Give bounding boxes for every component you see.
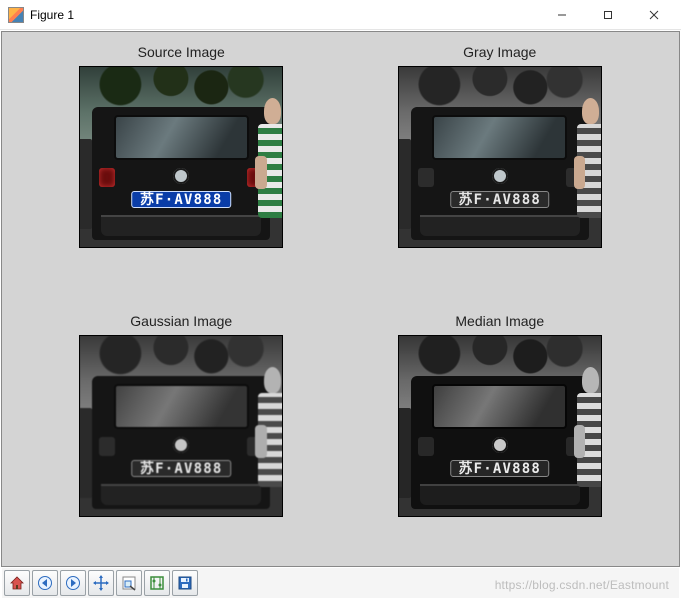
minimize-button[interactable] xyxy=(539,0,585,30)
watermark-text: https://blog.csdn.net/Eastmount xyxy=(495,578,669,592)
subplot-title: Gaussian Image xyxy=(130,313,232,329)
license-plate: 苏F·AV888 xyxy=(131,191,231,208)
save-button[interactable] xyxy=(172,570,198,596)
maximize-button[interactable] xyxy=(585,0,631,30)
zoom-button[interactable] xyxy=(116,570,142,596)
subplot-0: Source Image 苏F·AV888 xyxy=(42,44,321,285)
subplot-title: Median Image xyxy=(455,313,544,329)
subplot-3: Median Image 苏F·AV888 xyxy=(361,313,640,554)
matplotlib-toolbar: https://blog.csdn.net/Eastmount xyxy=(2,568,679,598)
forward-button[interactable] xyxy=(60,570,86,596)
subplot-image: 苏F·AV888 xyxy=(398,66,602,248)
back-icon xyxy=(37,575,53,591)
subplot-image: 苏F·AV888 xyxy=(79,335,283,517)
pan-button[interactable] xyxy=(88,570,114,596)
window-title: Figure 1 xyxy=(30,8,74,22)
license-plate: 苏F·AV888 xyxy=(450,191,550,208)
subplot-1: Gray Image 苏F·AV888 xyxy=(361,44,640,285)
subplot-title: Source Image xyxy=(138,44,225,60)
subplot-image: 苏F·AV888 xyxy=(398,335,602,517)
app-icon xyxy=(8,7,24,23)
configure-button[interactable] xyxy=(144,570,170,596)
save-icon xyxy=(177,575,193,591)
home-button[interactable] xyxy=(4,570,30,596)
pan-icon xyxy=(93,575,109,591)
configure-icon xyxy=(149,575,165,591)
figure-canvas: Source Image苏F·AV888Gray Image苏F·AV888Ga… xyxy=(1,31,680,567)
back-button[interactable] xyxy=(32,570,58,596)
home-icon xyxy=(9,575,25,591)
close-button[interactable] xyxy=(631,0,677,30)
subplot-title: Gray Image xyxy=(463,44,536,60)
license-plate: 苏F·AV888 xyxy=(450,460,550,477)
license-plate: 苏F·AV888 xyxy=(131,460,231,477)
subplot-image: 苏F·AV888 xyxy=(79,66,283,248)
window-titlebar: Figure 1 xyxy=(0,0,681,30)
zoom-icon xyxy=(121,575,137,591)
subplot-2: Gaussian Image 苏F·AV888 xyxy=(42,313,321,554)
forward-icon xyxy=(65,575,81,591)
